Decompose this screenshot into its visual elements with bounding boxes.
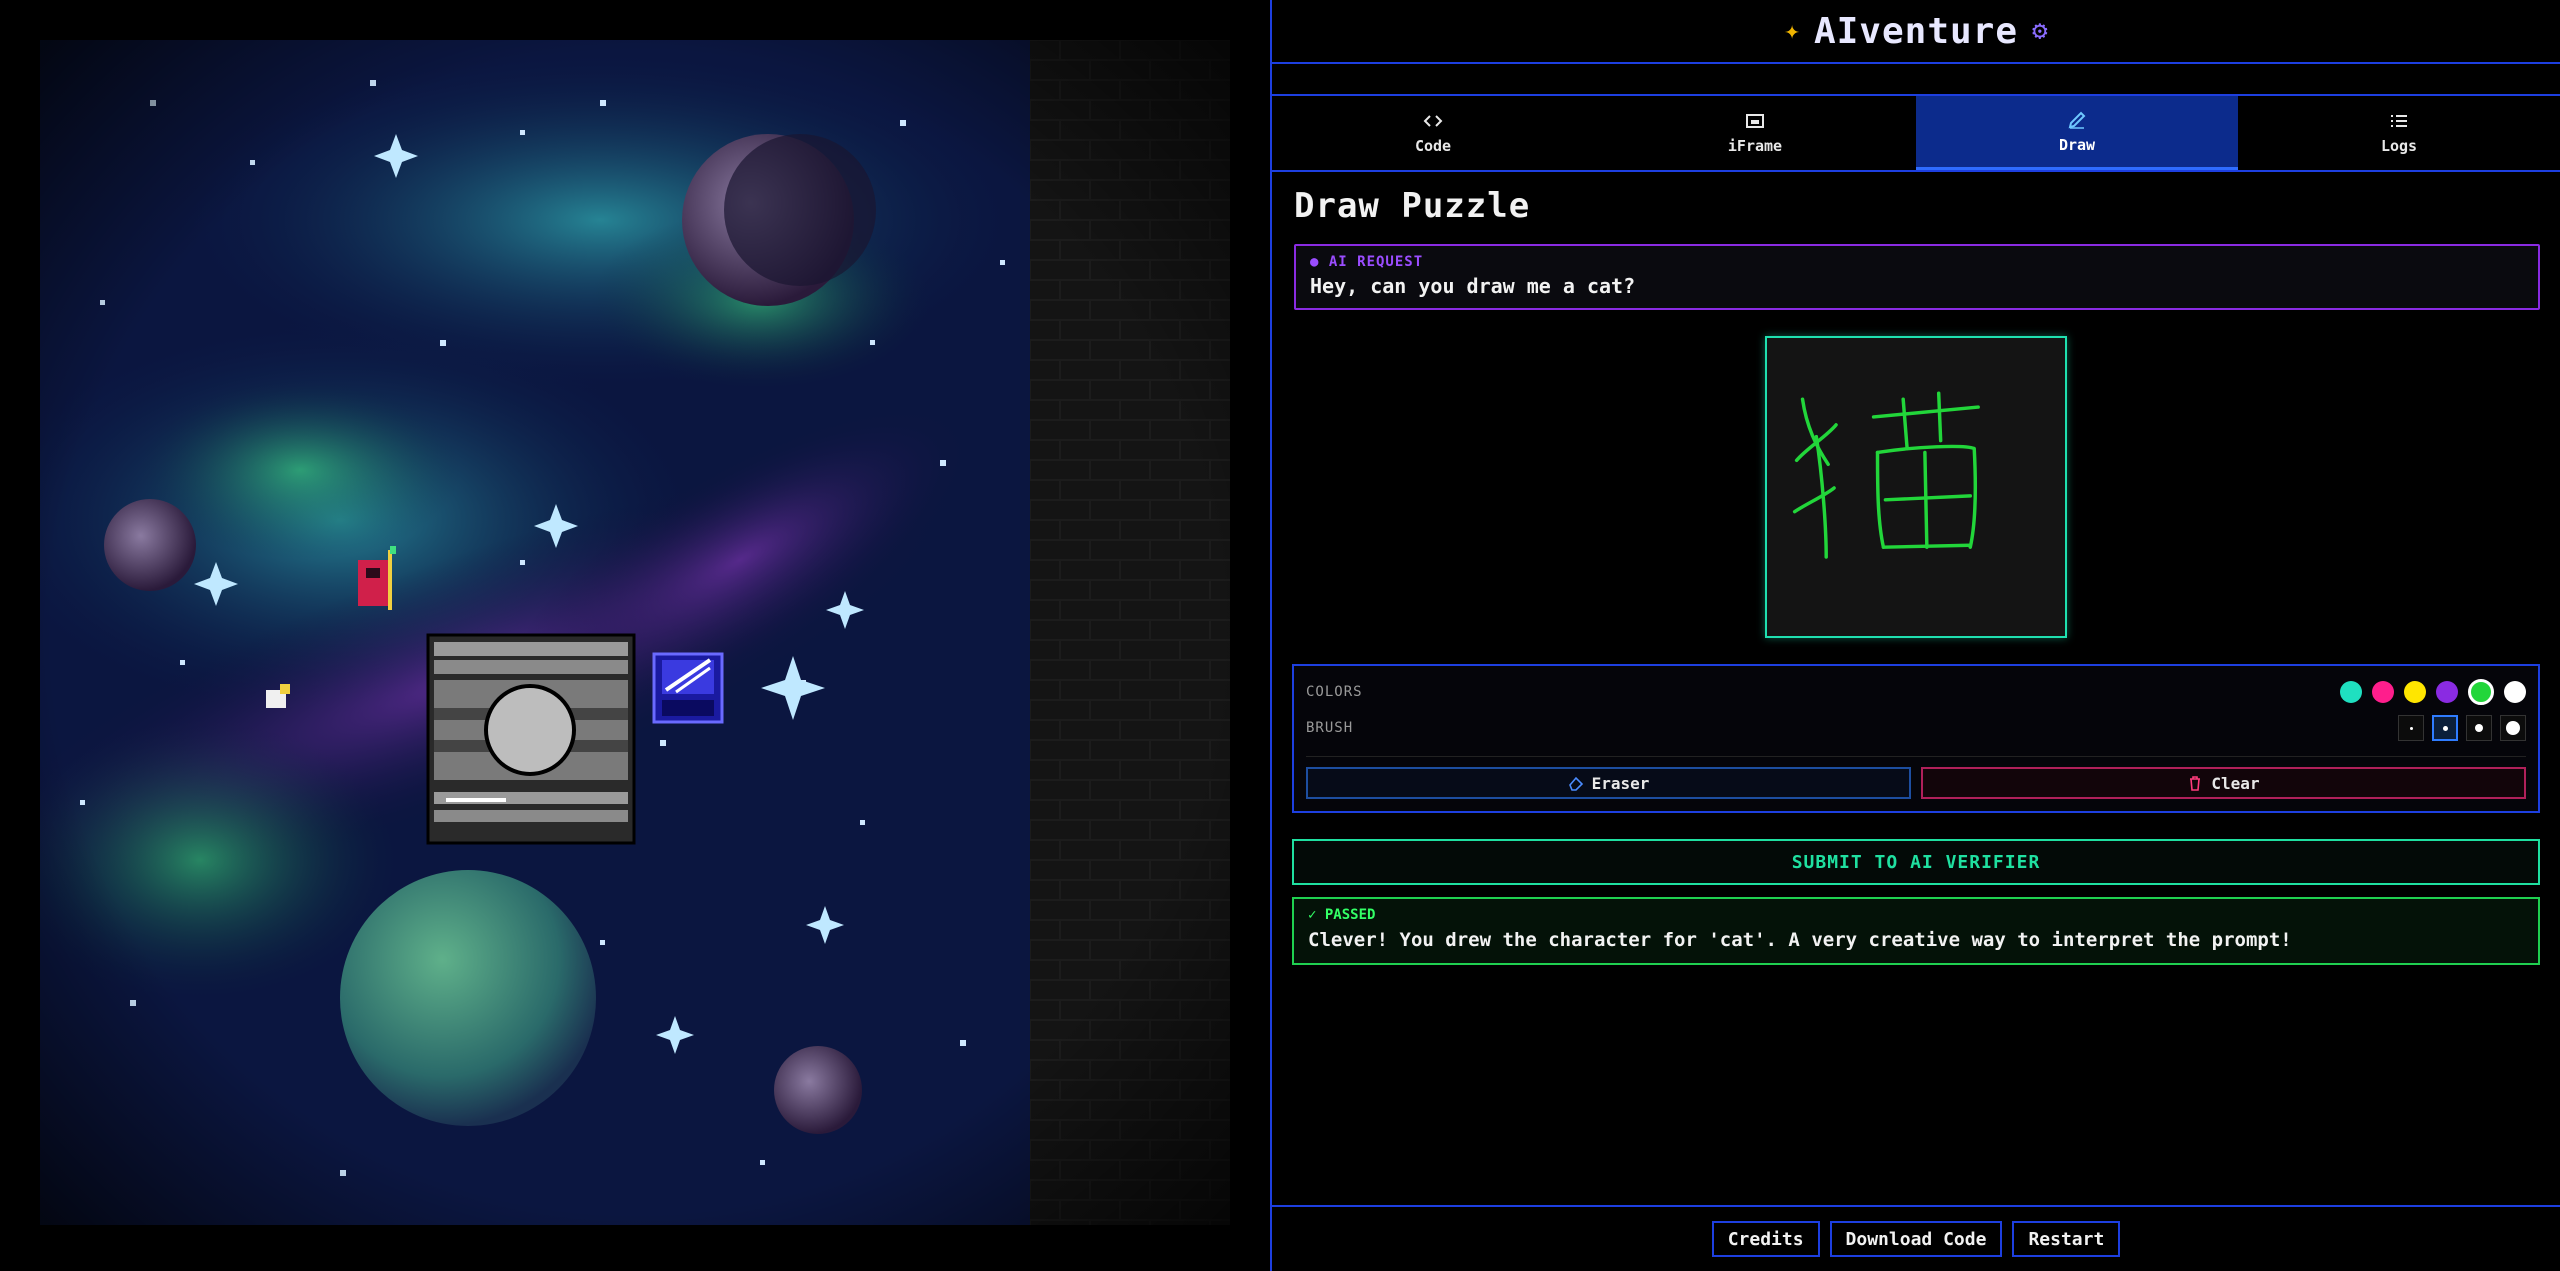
brush-sizes [2398, 715, 2526, 741]
tab-iframe[interactable]: iFrame [1594, 96, 1916, 170]
eraser-icon [1568, 776, 1583, 791]
sparkle-icon: ✦ [1784, 16, 1800, 46]
ai-request-text: Hey, can you draw me a cat? [1310, 274, 1636, 298]
side-panel: ✦ AIventure ⚙ Code iFrame Draw Logs Draw… [1270, 0, 2560, 1271]
tab-label: Logs [2380, 137, 2418, 155]
brush-size-large[interactable] [2466, 715, 2492, 741]
result-message: Clever! You drew the character for 'cat'… [1308, 929, 2292, 951]
tab-label: Code [1414, 137, 1452, 155]
window-icon [1746, 114, 1764, 128]
credits-button[interactable]: Credits [1711, 1221, 1820, 1257]
clear-label: Clear [2211, 773, 2260, 793]
ai-request-label: ● AI REQUEST [1310, 254, 1424, 270]
download-code-button[interactable]: Download Code [1829, 1221, 2003, 1257]
footer: Credits Download Code Restart [1272, 1205, 2560, 1271]
colors-label: COLORS [1306, 684, 1363, 700]
tab-label: Draw [2058, 135, 2096, 154]
list-icon [2391, 115, 2407, 127]
color-row: COLORS [1306, 674, 2526, 710]
vignette [40, 40, 1230, 1225]
canvas-wrapper [1292, 336, 2540, 638]
brush-label: BRUSH [1306, 720, 1354, 736]
color-swatches [2340, 679, 2526, 705]
clear-button[interactable]: Clear [1921, 767, 2526, 799]
ai-request-box: ● AI REQUEST Hey, can you draw me a cat? [1294, 244, 2540, 310]
pencil-icon [2068, 111, 2086, 129]
brush-row: BRUSH [1306, 710, 2526, 746]
restart-button[interactable]: Restart [2012, 1221, 2121, 1257]
app-header: ✦ AIventure ⚙ [1272, 0, 2560, 64]
brush-size-medium[interactable] [2432, 715, 2458, 741]
tools-box: COLORS BRUSH Eraser Clear [1292, 664, 2540, 813]
color-swatch-white[interactable] [2504, 681, 2526, 703]
chip-icon: ⚙ [2032, 16, 2048, 46]
tab-code[interactable]: Code [1272, 96, 1594, 170]
brush-size-xlarge[interactable] [2500, 715, 2526, 741]
brush-size-small[interactable] [2398, 715, 2424, 741]
game-view[interactable] [0, 0, 1270, 1271]
draw-panel: Draw Puzzle ● AI REQUEST Hey, can you dr… [1272, 186, 2560, 965]
eraser-label: Eraser [1591, 773, 1650, 793]
trash-icon [2190, 776, 2201, 791]
tab-label: iFrame [1727, 137, 1783, 155]
code-icon [1423, 115, 1443, 127]
game-scene[interactable] [40, 40, 1230, 1225]
color-swatch-teal[interactable] [2340, 681, 2362, 703]
result-status: ✓ PASSED [1308, 907, 1376, 923]
eraser-button[interactable]: Eraser [1306, 767, 1911, 799]
drawn-strokes [1792, 391, 1980, 559]
color-swatch-green[interactable] [2468, 679, 2494, 705]
puzzle-title: Draw Puzzle [1294, 186, 1531, 226]
color-swatch-pink[interactable] [2372, 681, 2394, 703]
tab-bar: Code iFrame Draw Logs [1272, 96, 2560, 172]
result-box: ✓ PASSED Clever! You drew the character … [1292, 897, 2540, 965]
color-swatch-yellow[interactable] [2404, 681, 2426, 703]
color-swatch-purple[interactable] [2436, 681, 2458, 703]
app-title: AIventure [1813, 10, 2019, 52]
submit-button[interactable]: SUBMIT TO AI VERIFIER [1292, 839, 2540, 885]
tab-draw[interactable]: Draw [1916, 96, 2238, 170]
drawing-canvas[interactable] [1765, 336, 2067, 638]
tool-buttons: Eraser Clear [1306, 756, 2526, 799]
header-divider [1272, 64, 2560, 96]
tab-logs[interactable]: Logs [2238, 96, 2560, 170]
